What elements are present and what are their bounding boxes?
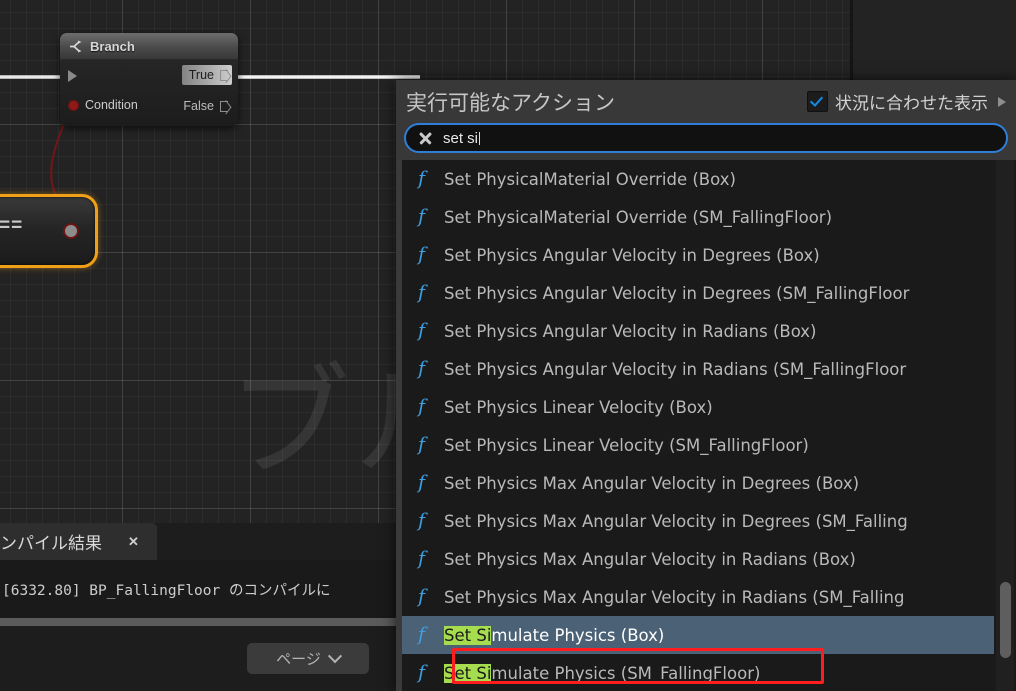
list-item[interactable]: f Set Physics Max Angular Velocity in Rad… [402, 540, 994, 578]
function-icon: f [418, 661, 426, 684]
list-item[interactable]: f Set Physics Angular Velocity in Degrees… [402, 274, 994, 312]
function-icon: f [418, 357, 426, 380]
list-item[interactable]: f Set Physics Max Angular Velocity in Deg… [402, 464, 994, 502]
page-dropdown-label: ページ [276, 650, 321, 668]
context-sensitive-toggle[interactable]: 状況に合わせた表示 [807, 89, 1006, 114]
list-item[interactable]: f Set Simulate Physics (SM_FallingFloor) [402, 654, 994, 691]
list-item-label: Set Physics Angular Velocity in Degrees … [444, 283, 910, 303]
function-icon: f [418, 205, 426, 228]
bool-pin-icon [68, 99, 79, 111]
branch-icon [70, 40, 82, 52]
close-icon[interactable] [418, 131, 433, 146]
branch-false-label: False [183, 99, 214, 113]
list-item[interactable]: f Set PhysicalMaterial Override (Box) [402, 160, 994, 198]
list-item[interactable]: f Set Physics Angular Velocity in Radians… [402, 350, 994, 388]
equals-node-output-pin[interactable] [63, 223, 79, 239]
list-item-label: Set Physics Max Angular Velocity in Radi… [444, 549, 856, 569]
search-match-highlight: Set Si [444, 663, 492, 683]
actions-search-box[interactable]: set si [404, 123, 1008, 153]
branch-node-body: Condition True False [60, 60, 238, 126]
compile-divider [0, 618, 396, 626]
function-icon: f [418, 281, 426, 304]
branch-node-header: Branch [60, 33, 238, 60]
list-item-label: Set Physics Angular Velocity in Radians … [444, 359, 907, 379]
list-item-label: Set Simulate Physics (Box) [444, 625, 665, 645]
branch-condition-pin[interactable]: Condition [68, 98, 138, 112]
exec-arrow-true-icon [220, 69, 228, 81]
list-item[interactable]: f Set PhysicalMaterial Override (SM_Falli… [402, 198, 994, 236]
function-icon: f [418, 471, 426, 494]
list-item-label: Set Physics Max Angular Velocity in Degr… [444, 511, 908, 531]
list-item-label: Set Physics Angular Velocity in Degrees … [444, 245, 820, 265]
actions-context-menu: 実行可能なアクション 状況に合わせた表示 set si f Set Physica… [396, 80, 1016, 691]
actions-list[interactable]: f Set PhysicalMaterial Override (Box) f Set… [396, 160, 1016, 691]
compile-results-panel: ンパイル結果 ✕ [6332.80] BP_FallingFloor のコンパイ… [0, 523, 396, 691]
compile-log-row[interactable]: [6332.80] BP_FallingFloor のコンパイルに [0, 560, 396, 618]
list-item[interactable]: f Set Physics Linear Velocity (SM_Falling… [402, 426, 994, 464]
list-item[interactable]: f Set Physics Linear Velocity (Box) [402, 388, 994, 426]
compile-footer: ページ [0, 626, 396, 691]
branch-exec-input-pin[interactable] [68, 70, 77, 82]
branch-node-title: Branch [90, 38, 135, 54]
list-item-label: Set Simulate Physics (SM_FallingFloor) [444, 663, 761, 683]
branch-condition-label: Condition [85, 98, 138, 112]
search-input[interactable]: set si [443, 129, 481, 147]
function-icon: f [418, 433, 426, 456]
unreal-blueprint-editor: ブル == Branch Condition True False ンパイル結果… [0, 0, 1016, 691]
function-icon: f [418, 547, 426, 570]
compile-tab-label: ンパイル結果 [0, 534, 102, 554]
page-dropdown-button[interactable]: ページ [247, 643, 369, 674]
context-sensitive-label: 状況に合わせた表示 [835, 94, 988, 114]
actions-menu-header: 実行可能なアクション 状況に合わせた表示 [396, 80, 1016, 123]
branch-true-pin[interactable]: True [181, 65, 232, 85]
list-item[interactable]: f Set Physics Max Angular Velocity in Rad… [402, 578, 994, 616]
scrollbar-thumb[interactable] [1000, 582, 1011, 658]
tab-compile-results[interactable]: ンパイル結果 ✕ [0, 523, 157, 560]
context-sensitive-checkbox[interactable] [807, 91, 828, 112]
function-icon: f [418, 585, 426, 608]
search-match-highlight: Set Si [444, 625, 492, 645]
function-icon: f [418, 319, 426, 342]
compile-tabbar: ンパイル結果 ✕ [0, 523, 396, 560]
search-input-value: set si [443, 129, 479, 147]
chevron-right-icon[interactable] [998, 96, 1006, 107]
equals-node-label: == [0, 215, 24, 236]
list-item[interactable]: f Set Simulate Physics (Box) [402, 616, 994, 654]
compile-log-text: [6332.80] BP_FallingFloor のコンパイルに [2, 582, 331, 599]
branch-node[interactable]: Branch Condition True False [60, 33, 238, 126]
close-icon[interactable]: ✕ [128, 534, 139, 550]
list-item[interactable]: f Set Physics Angular Velocity in Radians… [402, 312, 994, 350]
list-item-label: Set Physics Max Angular Velocity in Radi… [444, 587, 905, 607]
actions-menu-title: 実行可能なアクション [406, 90, 615, 115]
function-icon: f [418, 623, 426, 646]
function-icon: f [418, 243, 426, 266]
chevron-down-icon [327, 648, 342, 663]
function-icon: f [418, 167, 426, 190]
actions-list-scrollbar[interactable] [996, 160, 1014, 691]
list-item[interactable]: f Set Physics Angular Velocity in Degrees… [402, 236, 994, 274]
list-item-label: Set Physics Angular Velocity in Radians … [444, 321, 817, 341]
list-item-label: Set Physics Max Angular Velocity in Degr… [444, 473, 860, 493]
list-item-label: Set PhysicalMaterial Override (Box) [444, 169, 736, 189]
list-item-label: Set Physics Linear Velocity (Box) [444, 397, 713, 417]
exec-arrow-false-icon [220, 100, 228, 112]
function-icon: f [418, 395, 426, 418]
actions-search-wrap: set si [396, 123, 1016, 160]
branch-false-pin[interactable]: False [176, 96, 232, 116]
equals-node[interactable]: == [0, 194, 98, 268]
list-item-label: Set Physics Linear Velocity (SM_FallingF… [444, 435, 809, 455]
text-cursor [479, 131, 481, 145]
actions-list-inner: f Set PhysicalMaterial Override (Box) f Set… [402, 160, 994, 691]
function-icon: f [418, 509, 426, 532]
branch-true-label: True [188, 68, 214, 82]
list-item-label: Set PhysicalMaterial Override (SM_Fallin… [444, 207, 833, 227]
exec-arrow-icon [68, 70, 77, 82]
list-item[interactable]: f Set Physics Max Angular Velocity in Deg… [402, 502, 994, 540]
